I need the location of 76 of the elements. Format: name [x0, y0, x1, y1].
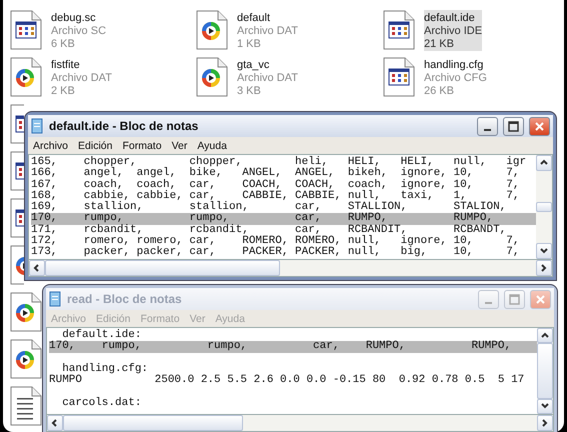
scroll-thumb[interactable] — [537, 343, 553, 399]
application-file-icon[interactable] — [10, 10, 42, 50]
text-line: RUMPO 2500.0 2.5 5.5 2.6 0.0 0.0 -0.15 80 0.92 0.78 0.5 5 17 — [49, 375, 526, 386]
file-type: Archivo CFG — [424, 72, 487, 85]
application-file-icon[interactable] — [10, 151, 24, 191]
text-line: 168, cabbie, cabbie, car, CABBIE, CABBIE, null, taxi, 1, 7, — [31, 190, 520, 202]
scroll-thumb[interactable] — [536, 202, 552, 212]
media-file-icon[interactable] — [196, 57, 228, 97]
media-file-icon[interactable] — [196, 10, 228, 50]
menu-item[interactable]: Ver — [168, 140, 194, 152]
file-name: debug.sc — [51, 12, 97, 25]
menu-item[interactable]: Archivo — [30, 140, 76, 152]
file-name: default.ide — [424, 12, 476, 25]
file-size: 3 KB — [237, 85, 262, 98]
media-file-icon[interactable] — [10, 292, 42, 332]
file-type: Archivo IDE — [424, 25, 482, 38]
minimize-icon — [484, 129, 491, 131]
text-area[interactable] — [29, 155, 536, 259]
notepad-icon — [30, 118, 44, 134]
media-file-icon[interactable] — [10, 245, 24, 285]
application-file-icon[interactable] — [10, 198, 24, 238]
minimize-button[interactable] — [477, 116, 498, 136]
file-name: gta_vc — [237, 59, 270, 72]
close-icon — [534, 120, 545, 132]
maximize-icon — [508, 120, 519, 132]
menu-item[interactable]: Edición — [75, 140, 120, 152]
file-name: default — [237, 12, 272, 25]
maximize-icon — [509, 294, 520, 304]
maximize-button[interactable] — [503, 116, 524, 136]
text-line: 172, romero, romero, car, ROMERO, ROMERO, null, ignore, 10, 7, — [31, 236, 520, 248]
text-line: default.ide: — [62, 330, 142, 341]
file-type: Archivo DAT — [237, 25, 298, 38]
horizontal-scrollbar[interactable] — [28, 260, 553, 277]
file-size: 21 KB — [424, 38, 455, 51]
notepad-file-icon[interactable] — [10, 386, 42, 426]
file-type: Archivo DAT — [237, 72, 298, 85]
text-line: 167, coach, coach, car, COACH, COACH, coach, ignore, 10, 7, — [31, 180, 520, 191]
vertical-scrollbar[interactable] — [537, 328, 553, 414]
file-size: 26 KB — [424, 85, 455, 98]
file-type: Archivo DAT — [51, 72, 112, 85]
text-line: carcols.dat: — [61, 398, 142, 410]
file-label[interactable]: default Archivo DAT 1 KB — [237, 10, 298, 51]
media-file-icon[interactable] — [10, 339, 42, 379]
scroll-thumb[interactable] — [63, 415, 243, 431]
file-label[interactable]: fistfite Archivo DAT 2 KB — [51, 57, 112, 98]
text-line: 169, stallion, stallion, car, STALLION, STALION, — [31, 202, 508, 214]
file-name: fistfite — [51, 59, 81, 72]
close-button[interactable] — [529, 116, 550, 136]
text-line: handling.cfg: — [62, 364, 150, 375]
file-size: 2 KB — [51, 85, 76, 98]
application-file-icon[interactable] — [10, 104, 24, 144]
file-label[interactable]: default.ide Archivo IDE 21 KB — [424, 10, 482, 51]
window-title: default.ide - Bloc de notas — [49, 119, 200, 133]
horizontal-scrollbar[interactable] — [46, 415, 554, 432]
menu-item[interactable]: Ayuda — [194, 140, 234, 152]
application-file-icon[interactable] — [383, 57, 415, 97]
scroll-thumb[interactable] — [45, 260, 280, 276]
notepad-icon — [48, 291, 62, 307]
file-size: 1 KB — [237, 38, 262, 51]
application-file-icon[interactable] — [383, 10, 415, 50]
media-file-icon[interactable] — [10, 57, 42, 97]
text-line: 171, rcbandit, rcbandit, car, RCBANDIT, RCBANDT, — [31, 224, 507, 236]
file-size: 6 KB — [51, 38, 76, 51]
window-title: read - Bloc de notas — [67, 292, 183, 306]
text-line: 165, chopper, chopper, heli, HELI, HELI, null, igr — [31, 157, 528, 168]
file-label[interactable]: handling.cfg Archivo CFG 26 KB — [424, 57, 487, 98]
vertical-scrollbar[interactable] — [536, 155, 552, 259]
close-icon — [535, 294, 546, 304]
menu-item[interactable]: Formato — [119, 140, 169, 152]
file-label[interactable]: gta_vc Archivo DAT 3 KB — [237, 57, 298, 98]
text-line: 173, packer, packer, car, PACKER, PACKER, null, big, 10, 7, — [31, 247, 520, 259]
minimize-icon — [485, 302, 492, 304]
file-name: handling.cfg — [424, 59, 484, 72]
text-line: 166, angel, angel, bike, ANGEL, ANGEL, bikeh, ignore, 10, 7, — [31, 168, 520, 180]
file-label[interactable]: debug.sc Archivo SC 6 KB — [51, 10, 106, 51]
file-type: Archivo SC — [51, 25, 106, 38]
